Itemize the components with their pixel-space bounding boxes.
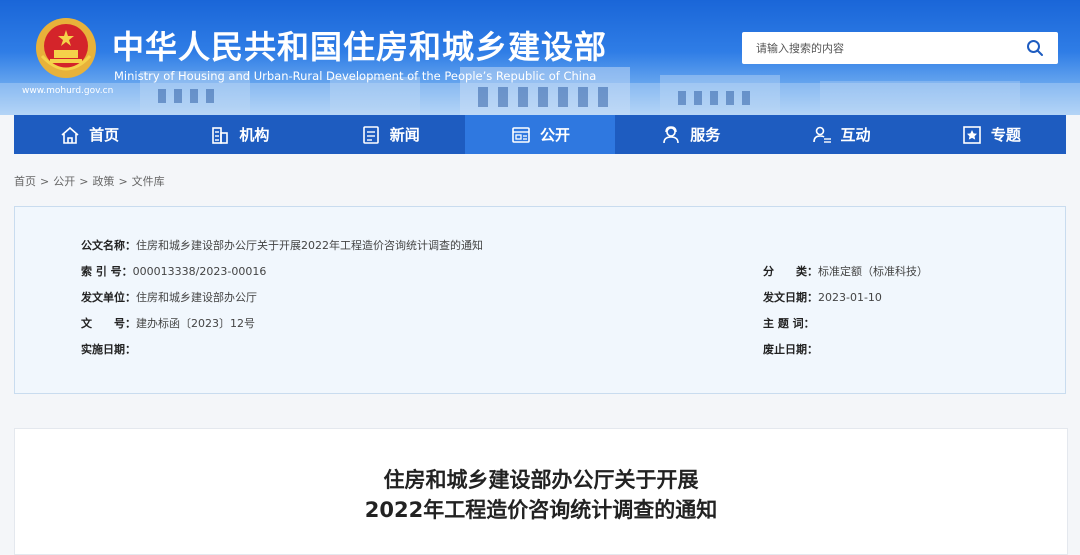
info-label: 文 号： (81, 317, 136, 330)
info-label: 废止日期： (763, 343, 818, 356)
info-doc-number: 文 号：建办标函〔2023〕12号 (81, 315, 255, 331)
service-icon (663, 125, 680, 143)
topic-icon (963, 125, 981, 144)
nav-item-organization[interactable]: 机构 (164, 115, 314, 154)
site-title: 中华人民共和国住房和城乡建设部 (112, 28, 608, 66)
breadcrumb-library[interactable]: 文件库 (132, 175, 165, 188)
info-value: 住房和城乡建设部办公厅 (136, 291, 257, 304)
building-icon (212, 126, 229, 144)
info-label: 发文日期： (763, 291, 818, 304)
info-effective-date: 实施日期： (81, 341, 136, 357)
main-nav: 首页 机构 新闻 公开 服务 互动 专题 (14, 115, 1066, 154)
info-label: 实施日期： (81, 343, 136, 356)
national-emblem-icon (36, 18, 96, 78)
nav-label: 服务 (690, 126, 721, 144)
info-issuer: 发文单位：住房和城乡建设部办公厅 (81, 289, 257, 305)
nav-label: 专题 (990, 126, 1021, 144)
home-icon (61, 126, 79, 144)
article-title-line2: 2022年工程造价咨询统计调查的通知 (364, 498, 718, 522)
info-index-no: 索 引 号：000013338/2023-00016 (81, 263, 266, 279)
nav-label: 新闻 (389, 126, 420, 144)
publicity-icon (512, 126, 530, 143)
document-info-panel: 公文名称：住房和城乡建设部办公厅关于开展2022年工程造价咨询统计调查的通知 索… (14, 206, 1066, 394)
info-value: 标准定额（标准科技） (818, 265, 928, 278)
nav-label: 互动 (840, 126, 871, 144)
info-label: 索 引 号： (81, 265, 133, 278)
breadcrumb-separator: > (118, 175, 128, 188)
breadcrumb-home[interactable]: 首页 (14, 175, 36, 188)
nav-label: 机构 (239, 126, 270, 144)
interaction-icon (812, 126, 831, 143)
nav-item-publicity[interactable]: 公开 (464, 115, 616, 154)
breadcrumb-separator: > (79, 175, 89, 188)
info-doc-name: 公文名称：住房和城乡建设部办公厅关于开展2022年工程造价咨询统计调查的通知 (81, 237, 483, 253)
breadcrumb-public[interactable]: 公开 (53, 175, 75, 188)
nav-item-topic[interactable]: 专题 (916, 115, 1066, 154)
nav-item-news[interactable]: 新闻 (315, 115, 465, 154)
breadcrumb-separator: > (40, 175, 50, 188)
info-category: 分 类：标准定额（标准科技） (763, 263, 928, 279)
info-label: 分 类： (763, 265, 818, 278)
site-url[interactable]: www.mohurd.gov.cn (22, 86, 113, 96)
search-icon[interactable] (1026, 39, 1044, 57)
info-issue-date: 发文日期：2023-01-10 (763, 289, 882, 305)
info-label: 发文单位： (81, 291, 136, 304)
info-value: 000013338/2023-00016 (132, 265, 267, 278)
info-value: 2023-01-10 (818, 291, 882, 304)
article-body: 住房和城乡建设部办公厅关于开展 2022年工程造价咨询统计调查的通知 (14, 428, 1068, 555)
breadcrumb-policy[interactable]: 政策 (92, 175, 114, 188)
breadcrumb: 首页 > 公开 > 政策 > 文件库 (14, 173, 165, 189)
news-icon (362, 125, 379, 144)
nav-item-home[interactable]: 首页 (14, 115, 164, 154)
nav-label: 公开 (539, 126, 570, 144)
info-label: 主 题 词： (763, 317, 815, 330)
search-input[interactable] (742, 32, 1024, 64)
info-value: 住房和城乡建设部办公厅关于开展2022年工程造价咨询统计调查的通知 (136, 239, 483, 252)
info-keywords: 主 题 词： (763, 315, 815, 331)
nav-item-service[interactable]: 服务 (615, 115, 765, 154)
nav-item-interaction[interactable]: 互动 (765, 115, 915, 154)
info-value: 建办标函〔2023〕12号 (136, 317, 255, 330)
info-expire-date: 废止日期： (763, 341, 818, 357)
info-label: 公文名称： (81, 239, 136, 252)
site-subtitle: Ministry of Housing and Urban-Rural Deve… (114, 69, 597, 83)
nav-label: 首页 (89, 126, 120, 144)
article-title-line1: 住房和城乡建设部办公厅关于开展 (383, 468, 699, 492)
article-title: 住房和城乡建设部办公厅关于开展 2022年工程造价咨询统计调查的通知 (15, 465, 1067, 525)
site-header: www.mohurd.gov.cn 中华人民共和国住房和城乡建设部 Minist… (0, 0, 1080, 115)
search-box (742, 32, 1058, 64)
